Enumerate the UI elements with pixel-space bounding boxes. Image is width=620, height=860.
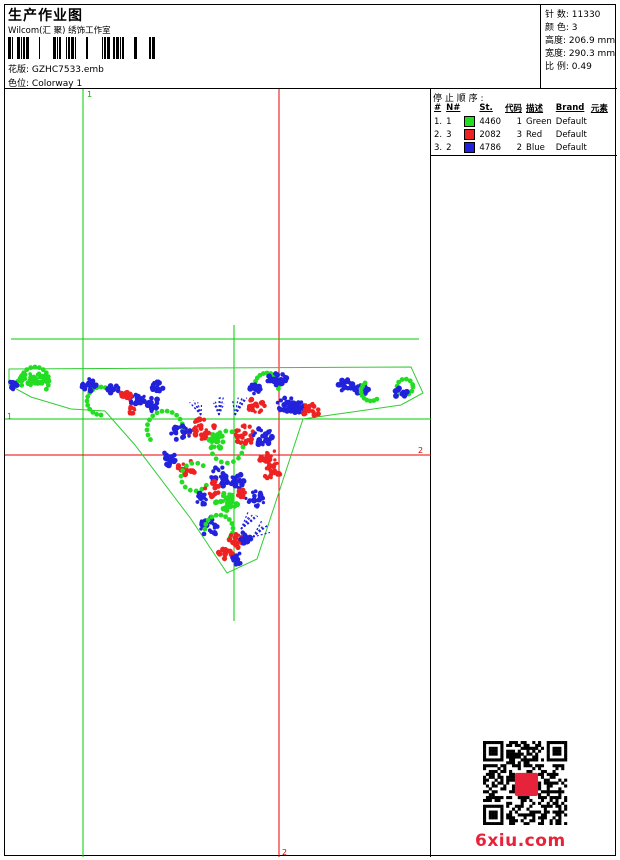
table-header-row: # N# St. 代码 描述 Brand 元素: [432, 101, 610, 115]
design-value: GZHC7533.emb: [31, 65, 104, 75]
design-canvas: 1 1 2 2: [5, 89, 431, 857]
guide-label-green-left: 1: [7, 412, 12, 421]
page-title: 生产作业图: [8, 8, 83, 24]
col-color: [462, 101, 477, 115]
stitch-count: 针 数: 11330: [545, 10, 601, 20]
scale-value: 比 例: 0.49: [545, 62, 592, 72]
col-order: #: [434, 103, 442, 113]
width-value: 宽度: 290.3 mm: [545, 49, 616, 59]
stop-sequence-panel: 停 止 顺 序 : # N# St. 代码 描述 Brand 元素 1. 1 4…: [431, 89, 617, 857]
colorway-row: 色位: Colorway 1: [8, 76, 82, 89]
barcode-icon: [8, 37, 155, 59]
design-label: 花版:: [8, 65, 30, 75]
qr-code-icon: [483, 741, 568, 825]
guide-label-red-bottom: 2: [282, 848, 287, 857]
panel-divider: [431, 155, 617, 156]
design-file-row: 花版: GZHC7533.emb: [8, 62, 104, 75]
color-swatch: [464, 116, 476, 127]
colorway-value: Colorway 1: [31, 79, 83, 89]
height-value: 高度: 206.9 mm: [545, 36, 616, 46]
watermark-logo: 6xiu.com: [475, 831, 566, 851]
colorway-label: 色位:: [8, 79, 30, 89]
col-desc: 描述: [526, 104, 544, 114]
col-code: 代码: [505, 104, 523, 114]
col-needle: N#: [446, 103, 461, 113]
table-row: 3. 2 4786 2 Blue Default: [434, 142, 587, 153]
col-element: 元素: [590, 104, 608, 114]
color-swatch: [464, 142, 476, 153]
color-swatch: [464, 129, 476, 140]
col-stitches: St.: [479, 103, 493, 113]
table-row: 2. 3 2082 3 Red Default: [434, 129, 587, 140]
stats-block: 针 数: 11330 颜 色: 3 高度: 206.9 mm 宽度: 290.3…: [541, 5, 617, 89]
header-block: 生产作业图 Wilcom(汇 聚) 绣饰工作室 花版: GZHC7533.emb…: [5, 5, 541, 89]
guide-label-green-top: 1: [87, 90, 92, 99]
col-brand: Brand: [555, 103, 585, 113]
company-name: Wilcom(汇 聚) 绣饰工作室: [8, 26, 111, 36]
color-count: 颜 色: 3: [545, 23, 578, 33]
table-row: 1. 1 4460 1 Green Default: [434, 116, 587, 127]
production-sheet: 生产作业图 Wilcom(汇 聚) 绣饰工作室 花版: GZHC7533.emb…: [4, 4, 617, 857]
embroidery-preview: 1 1 2 2: [5, 89, 431, 857]
stop-sequence-table: # N# St. 代码 描述 Brand 元素 1. 1 4460 1 Green D…: [432, 101, 610, 154]
guide-label-red-right: 2: [418, 446, 423, 455]
embroidery-motifs: [8, 364, 416, 567]
